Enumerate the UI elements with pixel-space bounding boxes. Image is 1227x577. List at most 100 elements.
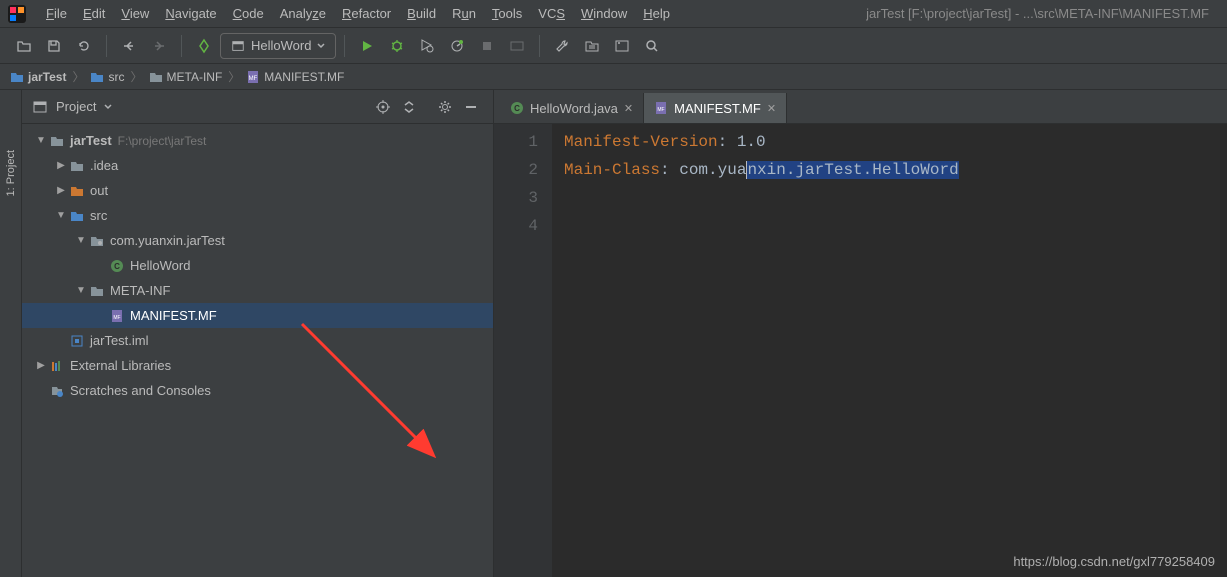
breadcrumb-file[interactable]: MF MANIFEST.MF: [246, 70, 344, 84]
svg-text:MF: MF: [658, 107, 665, 113]
app-icon: [231, 39, 245, 53]
java-class-icon: C: [510, 101, 524, 115]
code-editor[interactable]: 1 2 3 4 Manifest-Version: 1.0 Main-Class…: [494, 124, 1227, 577]
folder-icon: [10, 71, 24, 83]
app-logo-icon: [8, 5, 26, 23]
line-number: 2: [494, 156, 538, 184]
menu-item[interactable]: Tools: [484, 4, 530, 23]
line-number: 1: [494, 128, 538, 156]
refresh-button[interactable]: [70, 32, 98, 60]
close-icon[interactable]: ✕: [624, 102, 633, 115]
menu-item[interactable]: Window: [573, 4, 635, 23]
main: 1: Project Project ▼ jarTest F:\project\…: [0, 90, 1227, 577]
editor-tabs: C HelloWord.java ✕ MF MANIFEST.MF ✕: [494, 90, 1227, 124]
breadcrumb-src[interactable]: src: [90, 70, 124, 84]
tree-manifest[interactable]: MF MANIFEST.MF: [22, 303, 493, 328]
menu-item[interactable]: Analyze: [272, 4, 334, 23]
menu-item[interactable]: Build: [399, 4, 444, 23]
wrench-button[interactable]: [548, 32, 576, 60]
gutter[interactable]: 1 2 3 4: [494, 124, 552, 577]
hide-icon[interactable]: [459, 95, 483, 119]
debug-button[interactable]: [383, 32, 411, 60]
project-header-label: Project: [56, 99, 96, 114]
project-tool-window-button[interactable]: 1: Project: [5, 150, 17, 196]
svg-text:MF: MF: [249, 76, 258, 82]
toolbar: HelloWord: [0, 28, 1227, 64]
build-button[interactable]: [190, 32, 218, 60]
menubar: FileEditViewNavigateCodeAnalyzeRefactorB…: [0, 0, 1227, 28]
chevron-right-icon: 〉: [130, 68, 142, 85]
divider: [423, 95, 431, 119]
editor-area: C HelloWord.java ✕ MF MANIFEST.MF ✕ 1 2 …: [494, 90, 1227, 577]
project-header: Project: [22, 90, 493, 124]
code-body[interactable]: Manifest-Version: 1.0 Main-Class: com.yu…: [552, 124, 1227, 577]
tree-scratches[interactable]: Scratches and Consoles: [22, 378, 493, 403]
tree-class[interactable]: C HelloWord: [22, 253, 493, 278]
chevron-down-icon: [317, 42, 325, 50]
stop-button[interactable]: [473, 32, 501, 60]
separator: [181, 35, 182, 57]
menu-item[interactable]: Refactor: [334, 4, 399, 23]
run-button[interactable]: [353, 32, 381, 60]
project-structure-button[interactable]: [578, 32, 606, 60]
chevron-right-icon: 〉: [72, 68, 84, 85]
back-button[interactable]: [115, 32, 143, 60]
folder-icon: [90, 71, 104, 83]
tree-src[interactable]: ▼ src: [22, 203, 493, 228]
tree-ext-libs[interactable]: ▶ External Libraries: [22, 353, 493, 378]
svg-text:C: C: [514, 104, 520, 113]
breadcrumb-root[interactable]: jarTest: [10, 70, 66, 84]
run-config-select[interactable]: HelloWord: [220, 33, 336, 59]
sdk-button[interactable]: [608, 32, 636, 60]
manifest-file-icon: MF: [654, 101, 668, 115]
separator: [106, 35, 107, 57]
run-config-label: HelloWord: [251, 38, 311, 53]
folder-icon: [149, 71, 163, 83]
menu-item[interactable]: File: [38, 4, 75, 23]
tab-manifest[interactable]: MF MANIFEST.MF ✕: [644, 93, 787, 123]
menu-item[interactable]: VCS: [530, 4, 573, 23]
menu-item[interactable]: View: [113, 4, 157, 23]
window-title: jarTest [F:\project\jarTest] - ...\src\M…: [866, 6, 1219, 21]
project-tree[interactable]: ▼ jarTest F:\project\jarTest ▶ .idea ▶ o…: [22, 124, 493, 577]
svg-text:MF: MF: [113, 315, 120, 321]
expand-all-icon[interactable]: [397, 95, 421, 119]
breadcrumb: jarTest 〉 src 〉 META-INF 〉 MF MANIFEST.M…: [0, 64, 1227, 90]
line-number: 3: [494, 184, 538, 212]
menu-item[interactable]: Code: [225, 4, 272, 23]
tree-idea[interactable]: ▶ .idea: [22, 153, 493, 178]
project-toolbar: [371, 95, 483, 119]
side-rail: 1: Project: [0, 90, 22, 577]
tree-out[interactable]: ▶ out: [22, 178, 493, 203]
menu-item[interactable]: Run: [444, 4, 484, 23]
breadcrumb-meta[interactable]: META-INF: [149, 70, 223, 84]
separator: [539, 35, 540, 57]
save-all-button[interactable]: [40, 32, 68, 60]
open-button[interactable]: [10, 32, 38, 60]
project-view-icon: [32, 99, 48, 115]
attach-button[interactable]: [503, 32, 531, 60]
target-icon[interactable]: [371, 95, 395, 119]
close-icon[interactable]: ✕: [767, 102, 776, 115]
chevron-right-icon: 〉: [228, 68, 240, 85]
manifest-file-icon: MF: [246, 70, 260, 84]
gear-icon[interactable]: [433, 95, 457, 119]
tree-root[interactable]: ▼ jarTest F:\project\jarTest: [22, 128, 493, 153]
svg-text:C: C: [114, 262, 120, 271]
forward-button[interactable]: [145, 32, 173, 60]
menu-item[interactable]: Navigate: [157, 4, 224, 23]
tab-java[interactable]: C HelloWord.java ✕: [500, 93, 644, 123]
watermark: https://blog.csdn.net/gxl779258409: [1013, 554, 1215, 569]
separator: [344, 35, 345, 57]
chevron-down-icon[interactable]: [104, 103, 112, 111]
project-pane: Project ▼ jarTest F:\project\jarTest ▶ .…: [22, 90, 494, 577]
menu-item[interactable]: Edit: [75, 4, 113, 23]
search-button[interactable]: [638, 32, 666, 60]
tree-iml[interactable]: jarTest.iml: [22, 328, 493, 353]
tree-meta[interactable]: ▼ META-INF: [22, 278, 493, 303]
line-number: 4: [494, 212, 538, 240]
coverage-button[interactable]: [413, 32, 441, 60]
tree-pkg[interactable]: ▼ com.yuanxin.jarTest: [22, 228, 493, 253]
profile-button[interactable]: [443, 32, 471, 60]
menu-item[interactable]: Help: [635, 4, 678, 23]
